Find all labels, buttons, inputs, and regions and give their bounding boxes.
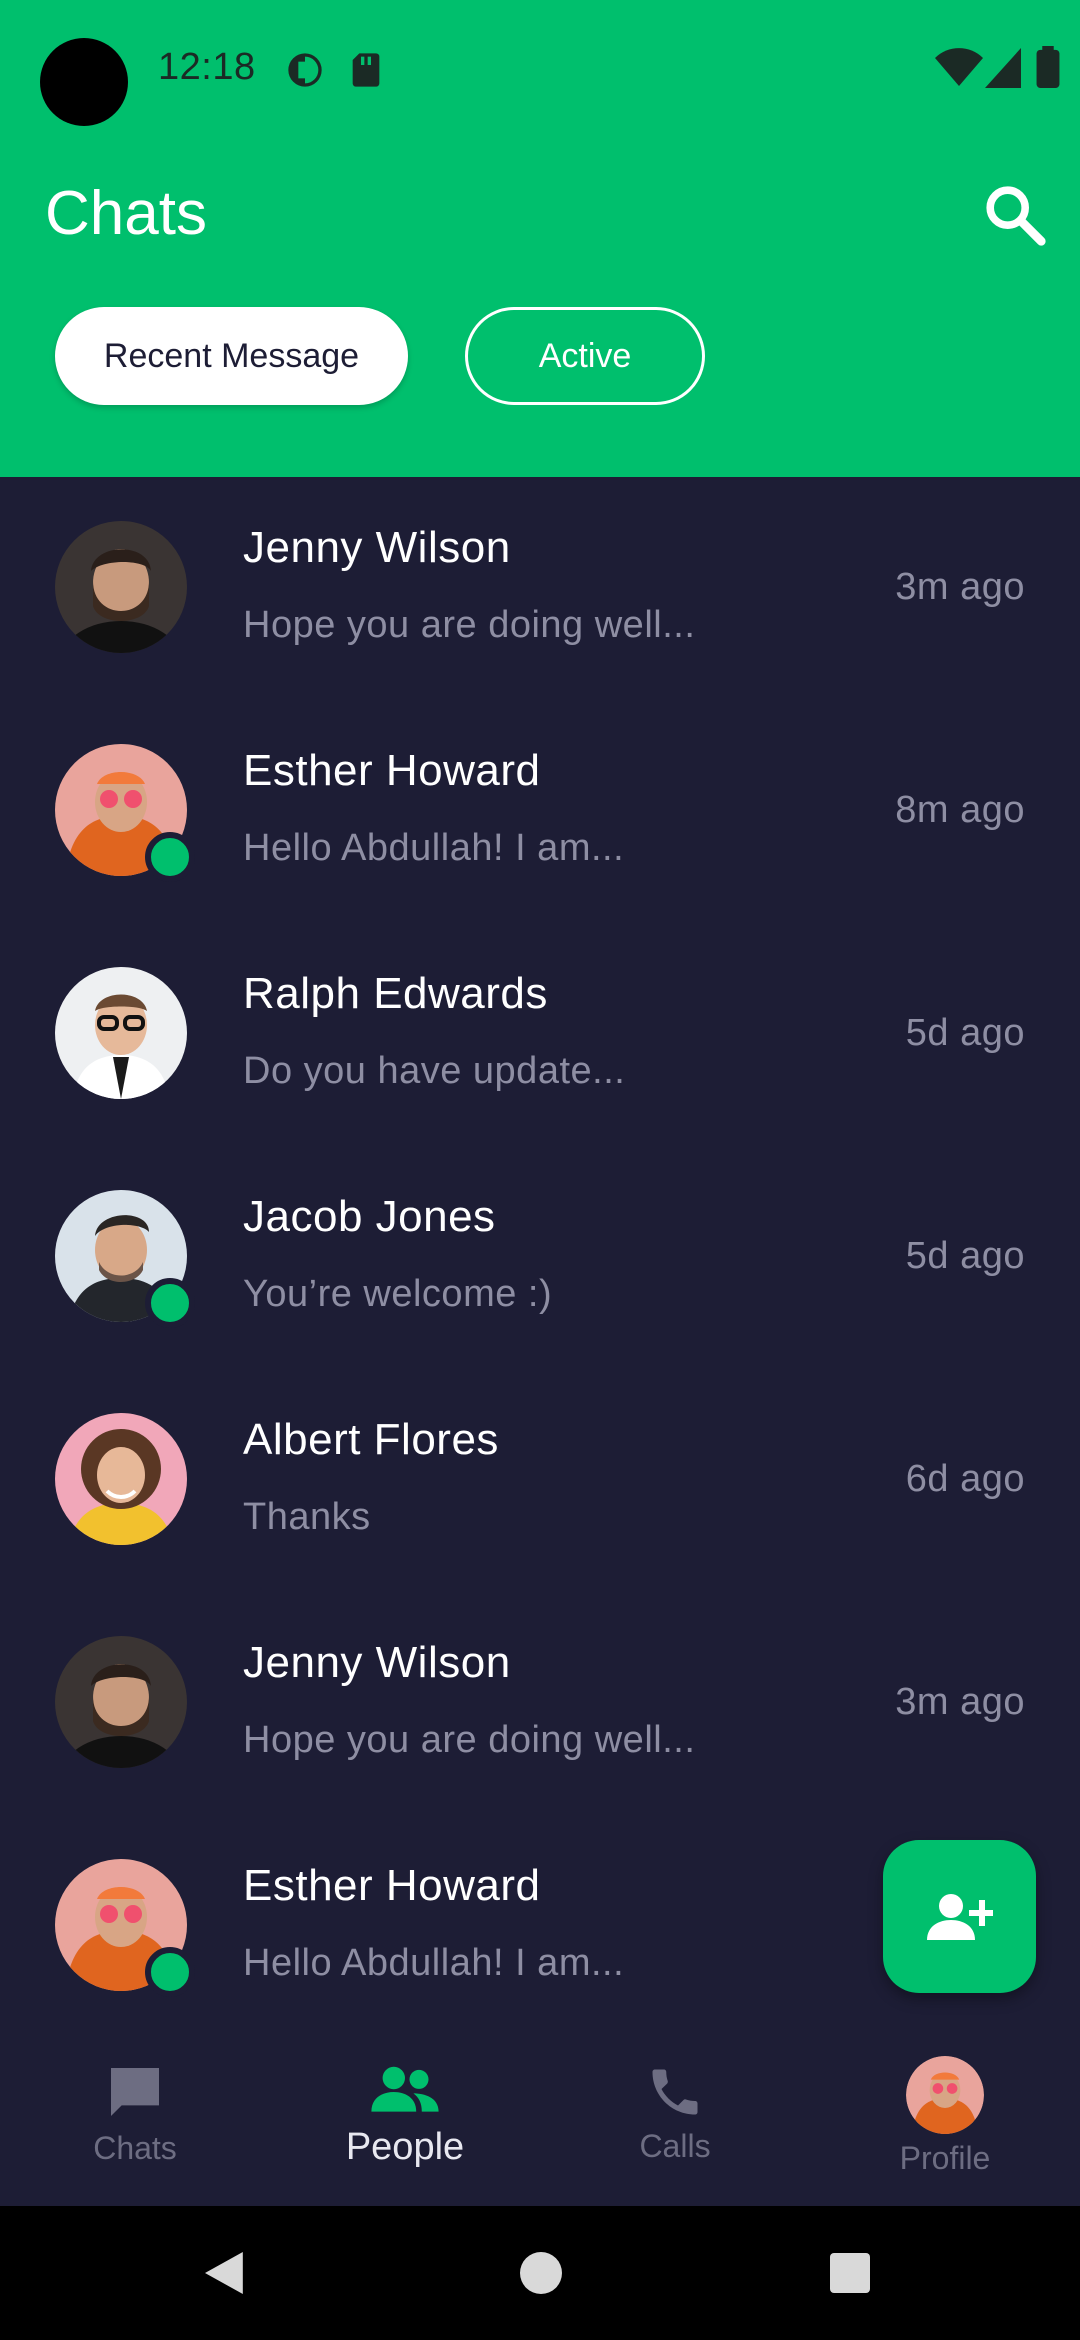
home-icon[interactable] <box>520 2252 562 2294</box>
message-preview: Thanks <box>243 1496 371 1538</box>
people-icon <box>371 2066 439 2112</box>
nav-calls-label: Calls <box>639 2128 711 2164</box>
chat-bubble-icon <box>111 2068 159 2116</box>
message-preview: You’re welcome :) <box>243 1273 553 1315</box>
chat-row[interactable]: Jenny Wilson Hope you are doing well... … <box>0 1592 1080 1815</box>
search-icon[interactable] <box>980 180 1050 250</box>
glasses-man-avatar-icon <box>55 967 187 1099</box>
message-time: 3m ago <box>895 1681 1025 1723</box>
bottom-navigation: Chats People Calls Profile <box>0 2024 1080 2206</box>
contact-name: Jenny Wilson <box>243 523 511 572</box>
message-time: 8m ago <box>895 789 1025 831</box>
message-time: 5d ago <box>905 1012 1025 1054</box>
message-preview: Do you have update... <box>243 1050 626 1092</box>
add-contact-button[interactable] <box>883 1840 1036 1993</box>
filter-active[interactable]: Active <box>465 307 705 405</box>
online-indicator <box>145 1947 195 1997</box>
system-navigation-bar <box>0 2206 1080 2340</box>
online-indicator <box>145 832 195 882</box>
wifi-icon <box>935 48 983 86</box>
page-title: Chats <box>45 179 207 248</box>
contact-name: Esther Howard <box>243 1861 541 1910</box>
chat-row[interactable]: Albert Flores Thanks 6d ago <box>0 1369 1080 1592</box>
bearded-man-avatar-icon <box>55 521 187 653</box>
recents-icon[interactable] <box>830 2253 870 2293</box>
contact-name: Albert Flores <box>243 1415 499 1464</box>
app-header: 12:18 Chats Recent Message Active <box>0 0 1080 477</box>
message-preview: Hello Abdullah! I am... <box>243 827 625 869</box>
signal-icon <box>985 48 1021 88</box>
avatar <box>55 967 187 1099</box>
contact-name: Jacob Jones <box>243 1192 496 1241</box>
nav-chats[interactable]: Chats <box>0 2024 270 2206</box>
chat-row[interactable]: Jacob Jones You’re welcome :) 5d ago <box>0 1146 1080 1369</box>
avatar <box>55 521 187 653</box>
avatar <box>55 1636 187 1768</box>
nav-people-label: People <box>345 2126 465 2168</box>
battery-icon <box>1036 46 1060 88</box>
back-icon[interactable] <box>205 2252 247 2294</box>
contact-name: Ralph Edwards <box>243 969 548 1018</box>
phone-icon <box>652 2069 698 2115</box>
contact-name: Jenny Wilson <box>243 1638 511 1687</box>
chat-row[interactable]: Ralph Edwards Do you have update... 5d a… <box>0 923 1080 1146</box>
status-time: 12:18 <box>158 46 256 88</box>
online-indicator <box>145 1278 195 1328</box>
nav-calls[interactable]: Calls <box>540 2024 810 2206</box>
nav-chats-label: Chats <box>93 2130 177 2166</box>
data-saver-icon <box>288 53 322 87</box>
nav-profile-label: Profile <box>899 2140 991 2176</box>
message-preview: Hope you are doing well... <box>243 604 696 646</box>
bearded-man-avatar-icon <box>55 1636 187 1768</box>
chat-row[interactable]: Esther Howard Hello Abdullah! I am... 8m… <box>0 700 1080 923</box>
message-time: 5d ago <box>905 1235 1025 1277</box>
curly-woman-avatar-icon <box>55 1413 187 1545</box>
message-preview: Hope you are doing well... <box>243 1719 696 1761</box>
sd-card-icon <box>352 53 380 87</box>
message-time: 3m ago <box>895 566 1025 608</box>
filter-recent-message[interactable]: Recent Message <box>55 307 408 405</box>
message-preview: Hello Abdullah! I am... <box>243 1942 625 1984</box>
profile-avatar-icon <box>906 2056 984 2134</box>
contact-name: Esther Howard <box>243 746 541 795</box>
camera-cutout <box>40 38 128 126</box>
avatar <box>55 1413 187 1545</box>
nav-profile[interactable]: Profile <box>810 2024 1080 2206</box>
nav-people[interactable]: People <box>270 2024 540 2206</box>
add-person-icon <box>926 1893 993 1940</box>
message-time: 6d ago <box>905 1458 1025 1500</box>
chat-row[interactable]: Jenny Wilson Hope you are doing well... … <box>0 477 1080 700</box>
